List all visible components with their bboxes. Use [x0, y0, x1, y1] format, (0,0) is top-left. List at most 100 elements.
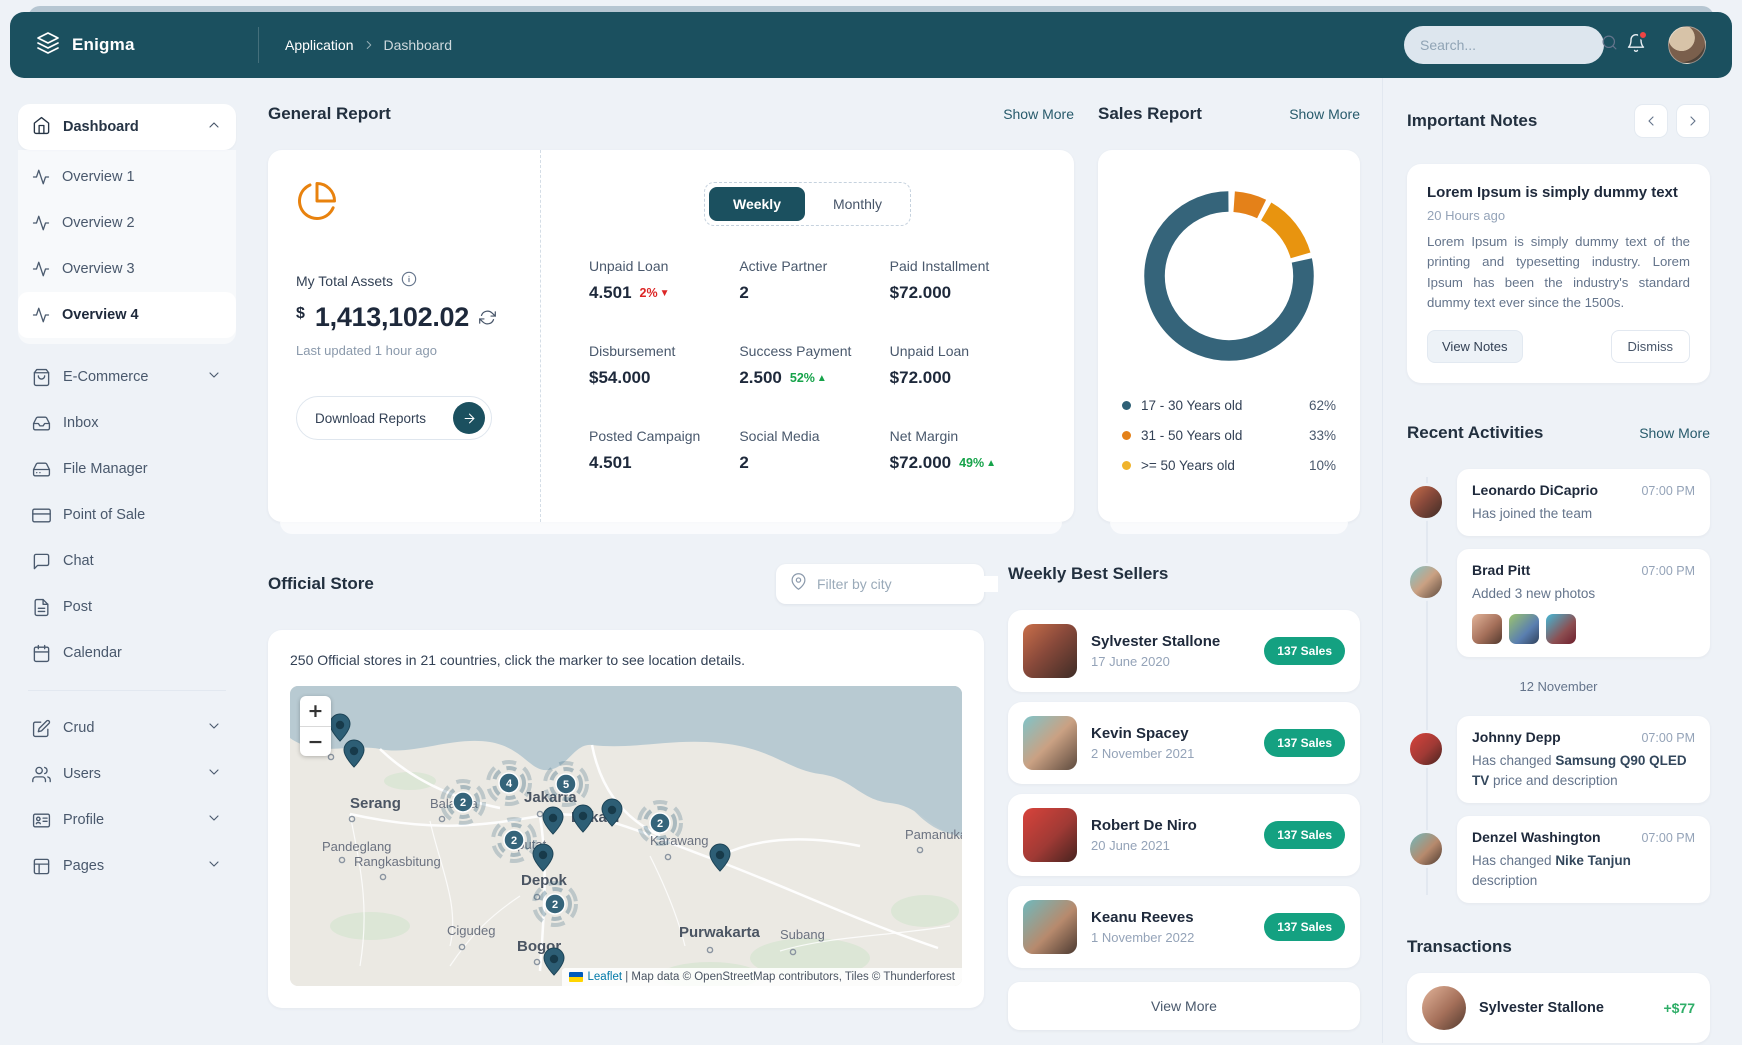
activity-avatar[interactable] [1407, 730, 1445, 768]
legend-label: >= 50 Years old [1141, 458, 1299, 473]
stat-social-media: Social Media2 [739, 428, 889, 473]
sidebar-item-point-of-sale[interactable]: Point of Sale [18, 492, 236, 538]
general-report-show-more[interactable]: Show More [1003, 106, 1074, 122]
search-icon[interactable] [1601, 34, 1618, 56]
legend-value: 10% [1309, 458, 1336, 473]
photo-thumbnail[interactable] [1472, 614, 1502, 644]
zoom-out-button[interactable]: − [300, 726, 331, 756]
sidebar-item-overview-3[interactable]: Overview 3 [18, 246, 236, 292]
best-seller-card[interactable]: Robert De Niro20 June 2021137 Sales [1008, 794, 1360, 876]
sidebar-item-post[interactable]: Post [18, 584, 236, 630]
sidebar-item-e-commerce[interactable]: E-Commerce [18, 354, 236, 400]
activity-time: 07:00 PM [1641, 564, 1695, 578]
activity-card[interactable]: Denzel Washington07:00 PMHas changed Nik… [1457, 816, 1710, 903]
home-icon [32, 116, 51, 139]
sidebar-item-overview-4[interactable]: Overview 4 [18, 292, 236, 338]
photo-thumbnail[interactable] [1509, 614, 1539, 644]
stat-label: Posted Campaign [589, 428, 739, 444]
store-map[interactable]: SerangBalarajaPandeglangRangkasbitungJak… [290, 686, 962, 986]
activity-text: Has changed Samsung Q90 QLED TV price an… [1472, 751, 1695, 790]
topbar-divider [258, 27, 259, 63]
zoom-in-button[interactable]: + [300, 696, 331, 726]
chevron-down-icon [206, 810, 222, 826]
sidebar-item-overview-1[interactable]: Overview 1 [18, 154, 236, 200]
stat-label: Disbursement [589, 343, 739, 359]
sidebar-item-crud[interactable]: Crud [18, 705, 236, 751]
legend-value: 33% [1309, 428, 1336, 443]
page-layout: Dashboard Overview 1Overview 2Overview 3… [0, 78, 1742, 1043]
refresh-icon[interactable] [479, 302, 496, 331]
photo-thumbnail[interactable] [1546, 614, 1576, 644]
search-icon [1601, 34, 1618, 51]
view-notes-button[interactable]: View Notes [1427, 330, 1523, 363]
transaction-card[interactable]: Sylvester Stallone+$77 [1407, 973, 1710, 1043]
user-avatar[interactable] [1668, 26, 1706, 64]
important-notes-title: Important Notes [1407, 111, 1537, 131]
sidebar-item-profile[interactable]: Profile [18, 797, 236, 843]
filter-by-city-input[interactable] [817, 576, 998, 592]
activity-avatar[interactable] [1407, 483, 1445, 521]
map-city-label: Purwakarta [679, 924, 761, 941]
sales-report-show-more[interactable]: Show More [1289, 106, 1360, 122]
info-icon[interactable] [401, 271, 417, 290]
sidebar: Dashboard Overview 1Overview 2Overview 3… [0, 78, 248, 1043]
sidebar-item-inbox[interactable]: Inbox [18, 400, 236, 446]
sidebar-item-dashboard[interactable]: Dashboard [18, 104, 236, 150]
chevron-left-icon [1643, 113, 1659, 129]
activity-name: Leonardo DiCaprio [1472, 482, 1598, 498]
refresh-icon [479, 309, 496, 326]
transactions-list: Sylvester Stallone+$77 [1407, 973, 1710, 1043]
stat-delta[interactable]: 2% ▼ [640, 286, 670, 300]
file-text-icon [32, 598, 51, 617]
activity-card[interactable]: Brad Pitt07:00 PMAdded 3 new photos [1457, 549, 1710, 657]
activity-item: Johnny Depp07:00 PMHas changed Samsung Q… [1457, 716, 1710, 803]
activities-show-more[interactable]: Show More [1639, 425, 1710, 441]
notifications-button[interactable] [1626, 33, 1646, 58]
toggle-monthly[interactable]: Monthly [809, 187, 906, 221]
best-seller-card[interactable]: Keanu Reeves1 November 2022137 Sales [1008, 886, 1360, 968]
activity-icon [32, 214, 50, 232]
stat-label: Unpaid Loan [589, 258, 739, 274]
home-icon [32, 116, 51, 135]
enigma-logo-icon [36, 31, 60, 55]
pie-chart-icon [296, 180, 512, 227]
inbox-icon [32, 414, 51, 433]
period-toggle: WeeklyMonthly [704, 182, 911, 226]
sidebar-item-label: Dashboard [63, 119, 139, 135]
sales-badge: 137 Sales [1264, 729, 1345, 757]
total-assets-label: My Total Assets [296, 273, 393, 289]
sidebar-menu: E-Commerce InboxFile ManagerPoint of Sale… [18, 354, 236, 676]
sidebar-item-label: Users [63, 766, 101, 782]
search-input[interactable] [1420, 37, 1601, 53]
dismiss-button[interactable]: Dismiss [1611, 330, 1691, 363]
sidebar-item-label: E-Commerce [63, 369, 148, 385]
breadcrumb-application[interactable]: Application [285, 37, 354, 53]
notes-next-button[interactable] [1676, 104, 1710, 138]
notes-prev-button[interactable] [1634, 104, 1668, 138]
seller-date: 1 November 2022 [1091, 930, 1194, 945]
sidebar-item-pages[interactable]: Pages [18, 843, 236, 889]
legend-label: 17 - 30 Years old [1141, 398, 1299, 413]
activity-avatar[interactable] [1407, 563, 1445, 601]
view-more-button[interactable]: View More [1008, 982, 1360, 1030]
activity-card[interactable]: Leonardo DiCaprio07:00 PMHas joined the … [1457, 469, 1710, 537]
sidebar-item-file-manager[interactable]: File Manager [18, 446, 236, 492]
toggle-weekly[interactable]: Weekly [709, 187, 805, 221]
total-assets-block: My Total Assets $ 1,413,102.02 Last upda… [268, 150, 540, 522]
brand[interactable]: Enigma [36, 31, 258, 60]
leaflet-link[interactable]: Leaflet [588, 971, 623, 983]
sidebar-item-overview-2[interactable]: Overview 2 [18, 200, 236, 246]
info-icon [401, 271, 417, 287]
breadcrumb-dashboard[interactable]: Dashboard [384, 37, 453, 53]
activity-avatar[interactable] [1407, 830, 1445, 868]
sidebar-item-users[interactable]: Users [18, 751, 236, 797]
activity-card[interactable]: Johnny Depp07:00 PMHas changed Samsung Q… [1457, 716, 1710, 803]
stat-delta[interactable]: 52% ▲ [790, 371, 827, 385]
activity-text: Has changed Nike Tanjun description [1472, 851, 1695, 890]
best-seller-card[interactable]: Kevin Spacey2 November 2021137 Sales [1008, 702, 1360, 784]
stat-delta[interactable]: 49% ▲ [959, 456, 996, 470]
sidebar-item-chat[interactable]: Chat [18, 538, 236, 584]
download-reports-button[interactable]: Download Reports [296, 396, 492, 440]
best-seller-card[interactable]: Sylvester Stallone17 June 2020137 Sales [1008, 610, 1360, 692]
sidebar-item-calendar[interactable]: Calendar [18, 630, 236, 676]
